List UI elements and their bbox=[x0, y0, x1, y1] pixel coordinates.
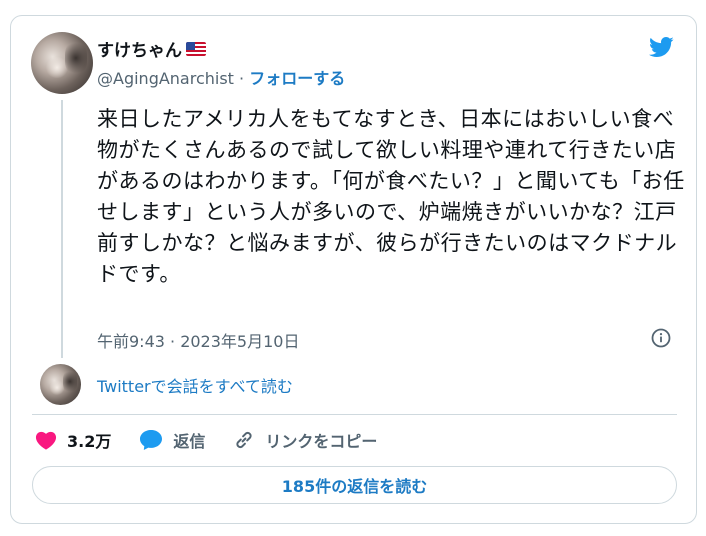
read-conversation-link[interactable]: Twitterで会話をすべて読む bbox=[97, 373, 293, 397]
tweet-timestamp[interactable]: 午前9:43 · 2023年5月10日 bbox=[97, 328, 299, 352]
reply-action[interactable]: 返信 bbox=[139, 428, 205, 452]
author-name-row[interactable]: すけちゃん bbox=[97, 36, 206, 61]
like-count: 3.2万 bbox=[67, 432, 112, 451]
heart-icon bbox=[35, 431, 57, 450]
reply-label: 返信 bbox=[173, 432, 206, 451]
thread-connector-line bbox=[61, 100, 63, 358]
actions-divider bbox=[32, 414, 677, 415]
twitter-bird-icon[interactable] bbox=[645, 34, 677, 60]
action-bar: 3.2万 返信 リンクをコピー bbox=[35, 428, 405, 452]
like-action[interactable]: 3.2万 bbox=[35, 428, 111, 452]
link-icon bbox=[236, 431, 252, 449]
info-icon[interactable] bbox=[651, 328, 671, 348]
tweet-text: 来日したアメリカ人をもてなすとき、日本にはおいしい食べ物がたくさんあるので試して… bbox=[97, 107, 685, 286]
author-handle[interactable]: @AgingAnarchist bbox=[97, 69, 234, 88]
speech-bubble-icon bbox=[140, 430, 163, 450]
author-display-name[interactable]: すけちゃん bbox=[97, 36, 182, 61]
follow-button[interactable]: フォローする bbox=[249, 69, 345, 88]
author-avatar[interactable] bbox=[31, 32, 93, 94]
us-flag-icon bbox=[186, 41, 206, 56]
copy-link-label: リンクをコピー bbox=[265, 432, 378, 451]
copy-link-action[interactable]: リンクをコピー bbox=[233, 428, 377, 452]
author-handle-row: @AgingAnarchist · フォローする bbox=[97, 65, 345, 89]
thread-avatar[interactable] bbox=[40, 364, 81, 405]
read-replies-button[interactable]: 185件の返信を読む bbox=[32, 466, 677, 504]
handle-separator: · bbox=[233, 69, 250, 88]
